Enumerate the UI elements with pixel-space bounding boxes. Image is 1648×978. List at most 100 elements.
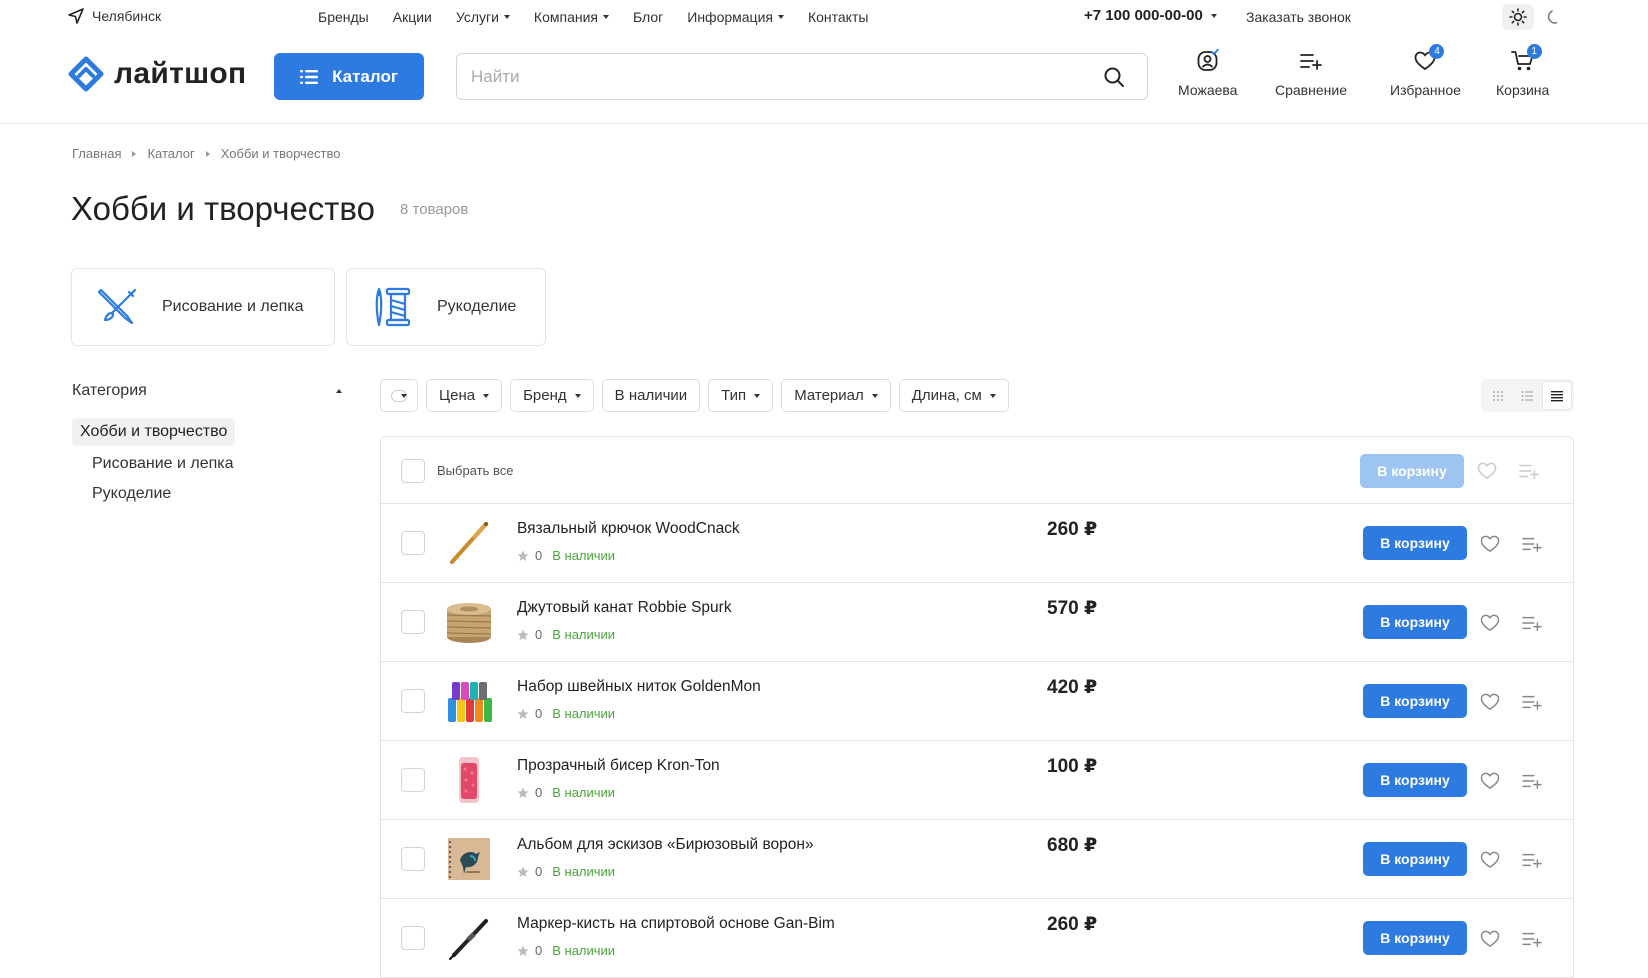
- stock-status: В наличии: [552, 943, 616, 958]
- bulk-compare-button[interactable]: [1517, 459, 1541, 483]
- compare-button[interactable]: [1520, 611, 1544, 635]
- product-name[interactable]: Прозрачный бисер Kron-Ton: [517, 757, 720, 775]
- heart-icon: [1477, 462, 1497, 480]
- chevron-down-icon: [989, 393, 996, 398]
- filter-price[interactable]: Цена: [426, 379, 503, 412]
- add-to-cart-button[interactable]: В корзину: [1363, 842, 1467, 876]
- top-nav-company[interactable]: Компания: [534, 9, 609, 25]
- list-view-button[interactable]: [1513, 381, 1543, 410]
- product-name[interactable]: Маркер-кисть на спиртовой основе Gan-Bim: [517, 915, 835, 933]
- compare-button[interactable]: Сравнение: [1275, 48, 1347, 98]
- filter-bar: Цена Бренд В наличии Тип Материал Длина,…: [380, 379, 1009, 412]
- sidebar-item-needlework[interactable]: Рукоделие: [92, 485, 344, 503]
- favorite-button[interactable]: [1478, 848, 1502, 872]
- city-selector[interactable]: Челябинск: [68, 8, 161, 24]
- top-nav-contacts[interactable]: Контакты: [808, 9, 868, 25]
- favorite-button[interactable]: [1478, 611, 1502, 635]
- breadcrumb-catalog[interactable]: Каталог: [147, 146, 194, 161]
- category-filter-header[interactable]: Категория: [72, 382, 344, 400]
- phone-number[interactable]: +7 100 000-00-00: [1084, 7, 1217, 24]
- select-all-checkbox[interactable]: [401, 459, 425, 483]
- dark-theme-button[interactable]: [1538, 4, 1570, 30]
- top-nav-brands[interactable]: Бренды: [318, 9, 369, 25]
- beads-icon[interactable]: [443, 753, 495, 807]
- grid-view-button[interactable]: [1483, 381, 1513, 410]
- top-nav-info[interactable]: Информация: [687, 9, 784, 25]
- catalog-button[interactable]: Каталог: [274, 53, 424, 100]
- crochet-hook-icon[interactable]: [443, 516, 495, 570]
- product-name[interactable]: Вязальный крючок WoodCnack: [517, 520, 740, 538]
- compare-icon: [1522, 853, 1542, 868]
- page-title: Хобби и творчество: [71, 190, 375, 227]
- add-to-cart-button[interactable]: В корзину: [1363, 526, 1467, 560]
- favorite-button[interactable]: [1478, 927, 1502, 951]
- filter-brand[interactable]: Бренд: [510, 379, 594, 412]
- product-row: Прозрачный бисер Kron-Ton 0 В наличии 10…: [381, 741, 1573, 820]
- favorite-button[interactable]: [1478, 532, 1502, 556]
- sort-toggle[interactable]: [380, 379, 418, 412]
- favorites-label: Избранное: [1390, 82, 1461, 98]
- compare-button[interactable]: [1520, 927, 1544, 951]
- add-to-cart-button[interactable]: В корзину: [1363, 921, 1467, 955]
- top-nav-blog[interactable]: Блог: [633, 9, 663, 25]
- bulk-add-to-cart-button[interactable]: В корзину: [1360, 454, 1464, 488]
- top-bar: Челябинск Бренды Акции Услуги Компания Б…: [0, 0, 1648, 34]
- sketchbook-icon[interactable]: [443, 832, 495, 886]
- product-checkbox[interactable]: [401, 926, 425, 950]
- bulk-favorite-button[interactable]: [1475, 459, 1499, 483]
- product-name[interactable]: Альбом для эскизов «Бирюзовый ворон»: [517, 836, 814, 854]
- top-nav-promos[interactable]: Акции: [393, 9, 432, 25]
- category-heading: Категория: [72, 382, 147, 399]
- filter-in-stock[interactable]: В наличии: [601, 379, 701, 412]
- light-theme-button[interactable]: [1502, 4, 1534, 30]
- add-to-cart-button[interactable]: В корзину: [1363, 684, 1467, 718]
- logo[interactable]: лайтшоп: [68, 56, 246, 92]
- cart-icon-wrap: 1: [1510, 44, 1542, 74]
- favorites-button[interactable]: 4 Избранное: [1390, 44, 1461, 98]
- product-name[interactable]: Набор швейных ниток GoldenMon: [517, 678, 761, 696]
- chevron-down-icon: [777, 15, 784, 19]
- compare-button[interactable]: [1520, 769, 1544, 793]
- filter-material[interactable]: Материал: [781, 379, 891, 412]
- cart-button[interactable]: 1 Корзина: [1496, 44, 1549, 98]
- jute-rope-icon[interactable]: [443, 595, 495, 649]
- compare-icon: [1522, 932, 1542, 947]
- favorites-icon-wrap: 4: [1412, 44, 1445, 74]
- filter-length[interactable]: Длина, см: [898, 379, 1009, 412]
- top-nav-services[interactable]: Услуги: [456, 9, 510, 25]
- subcategory-tile-drawing[interactable]: Рисование и лепка: [71, 268, 335, 346]
- grid-icon: [1492, 390, 1503, 401]
- product-checkbox[interactable]: [401, 610, 425, 634]
- filter-type[interactable]: Тип: [708, 379, 774, 412]
- phone-label: +7 100 000-00-00: [1084, 7, 1203, 24]
- product-checkbox[interactable]: [401, 531, 425, 555]
- subcategory-tile-needlework[interactable]: Рукоделие: [346, 268, 546, 346]
- select-all-label: Выбрать все: [437, 463, 514, 478]
- search-input[interactable]: [457, 54, 1097, 99]
- marker-icon[interactable]: [443, 911, 495, 965]
- product-name[interactable]: Джутовый канат Robbie Spurk: [517, 599, 732, 617]
- search-button[interactable]: [1103, 66, 1125, 93]
- sidebar-item-active[interactable]: Хобби и творчество: [72, 418, 236, 446]
- compare-button[interactable]: [1520, 532, 1544, 556]
- favorite-button[interactable]: [1478, 690, 1502, 714]
- add-to-cart-button[interactable]: В корзину: [1363, 763, 1467, 797]
- theme-switcher: [1502, 4, 1570, 30]
- add-to-cart-button[interactable]: В корзину: [1363, 605, 1467, 639]
- favorite-button[interactable]: [1478, 769, 1502, 793]
- product-meta: 0 В наличии: [517, 627, 615, 642]
- breadcrumb-home[interactable]: Главная: [72, 146, 121, 161]
- table-view-button[interactable]: [1542, 381, 1572, 410]
- callback-link[interactable]: Заказать звонок: [1246, 9, 1351, 25]
- sidebar-item-drawing[interactable]: Рисование и лепка: [92, 455, 344, 473]
- thread-set-icon[interactable]: [443, 674, 495, 728]
- account-button[interactable]: Можаева: [1178, 48, 1237, 98]
- product-row: Вязальный крючок WoodCnack 0 В наличии 2…: [381, 504, 1573, 583]
- product-checkbox[interactable]: [401, 689, 425, 713]
- product-checkbox[interactable]: [401, 768, 425, 792]
- compare-button[interactable]: [1520, 848, 1544, 872]
- product-checkbox[interactable]: [401, 847, 425, 871]
- chevron-down-icon: [574, 393, 581, 398]
- filter-label: Бренд: [523, 387, 567, 404]
- compare-button[interactable]: [1520, 690, 1544, 714]
